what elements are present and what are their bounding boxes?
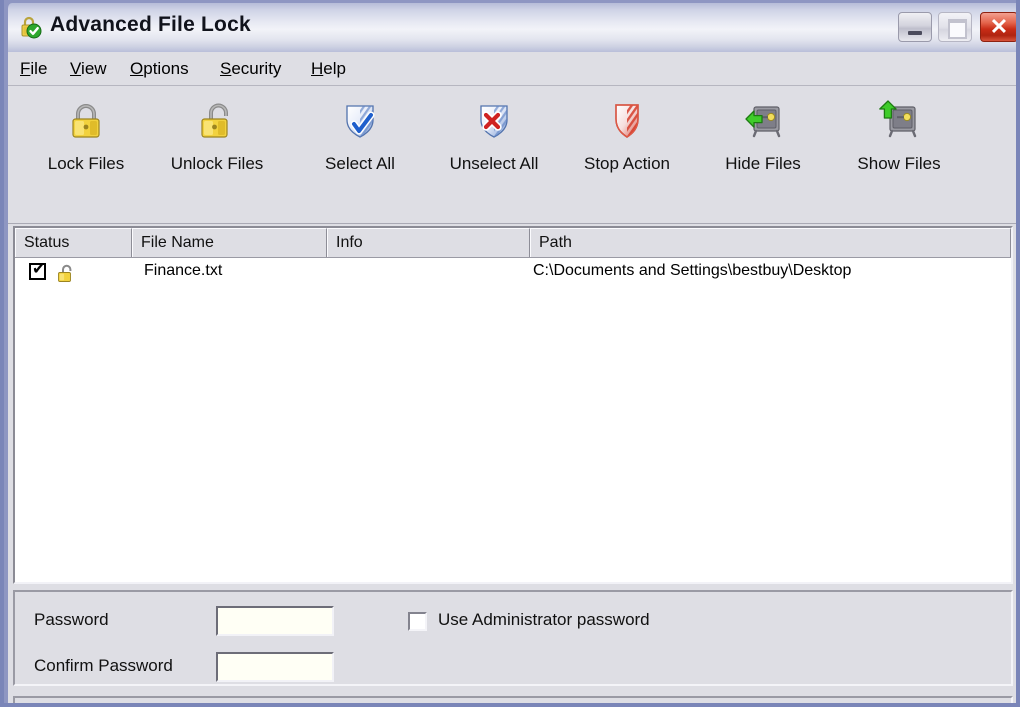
menu-item-view[interactable]: View xyxy=(70,59,107,79)
close-button[interactable]: ✕ xyxy=(980,12,1016,42)
shield-x-icon xyxy=(472,98,516,142)
shield-check-icon xyxy=(338,98,382,142)
file-list-header: Status File Name Info Path xyxy=(15,228,1011,258)
toolbar-label: Hide Files xyxy=(725,154,801,173)
toolbar-label: Unlock Files xyxy=(170,154,264,173)
cell-path: C:\Documents and Settings\bestbuy\Deskto… xyxy=(533,262,852,279)
toolbar-button-stop-action[interactable]: Stop Action xyxy=(561,98,693,210)
password-label: Password xyxy=(34,610,109,629)
confirm-password-label: Confirm Password xyxy=(34,656,173,675)
toolbar-label: Lock Files xyxy=(47,154,125,173)
checkmark-icon: ✔ xyxy=(32,261,46,278)
toolbar-label: Stop Action xyxy=(583,154,670,173)
row-select-checkbox[interactable]: ✔ xyxy=(29,261,46,280)
menu-item-options[interactable]: Options xyxy=(130,59,189,79)
padlock-open-small-icon xyxy=(55,262,77,284)
column-header-path[interactable]: Path xyxy=(530,228,1011,257)
application-window: Advanced File Lock ✕ File View Options S… xyxy=(0,0,1020,707)
maximize-button[interactable] xyxy=(938,12,972,42)
menu-item-security[interactable]: Security xyxy=(220,59,281,79)
safe-arrow-in-icon xyxy=(741,98,785,142)
file-list-panel: Status File Name Info Path ✔ Finance.txt… xyxy=(13,226,1013,584)
column-header-info[interactable]: Info xyxy=(327,228,530,257)
menu-item-help[interactable]: Help xyxy=(311,59,346,79)
maximize-icon xyxy=(948,19,967,39)
toolbar-button-unselect-all[interactable]: Unselect All xyxy=(428,98,560,210)
shield-stop-icon xyxy=(605,98,649,142)
minimize-icon xyxy=(908,31,922,35)
menu-item-file[interactable]: File xyxy=(20,59,47,79)
toolbar-label: Show Files xyxy=(857,154,941,173)
password-input[interactable] xyxy=(216,606,334,636)
toolbar-button-select-all[interactable]: Select All xyxy=(294,98,426,210)
window-title: Advanced File Lock xyxy=(50,13,251,36)
status-bar xyxy=(13,696,1013,703)
confirm-password-input[interactable] xyxy=(216,652,334,682)
minimize-button[interactable] xyxy=(898,12,932,42)
toolbar-button-unlock-files[interactable]: Unlock Files xyxy=(151,98,283,210)
use-admin-password-checkbox[interactable] xyxy=(408,612,427,631)
use-admin-password-label: Use Administrator password xyxy=(438,610,650,629)
client-area: File View Options Security Help Lock Fil… xyxy=(8,52,1016,703)
padlock-open-icon xyxy=(195,98,239,142)
toolbar-label: Select All xyxy=(325,154,395,173)
toolbar-button-hide-files[interactable]: Hide Files xyxy=(697,98,829,210)
toolbar-button-lock-files[interactable]: Lock Files xyxy=(20,98,152,210)
table-row[interactable]: ✔ Finance.txt C:\Documents and Settings\… xyxy=(15,258,1011,288)
title-bar[interactable]: Advanced File Lock ✕ xyxy=(4,0,1016,52)
cell-file-name: Finance.txt xyxy=(144,262,223,279)
padlock-closed-icon xyxy=(64,98,108,142)
lock-check-icon xyxy=(18,15,42,39)
safe-arrow-out-icon xyxy=(877,98,921,142)
toolbar: Lock Files Unlock Files Select All Unsel… xyxy=(8,86,1016,224)
close-icon: ✕ xyxy=(989,14,1009,39)
column-header-status[interactable]: Status xyxy=(15,228,132,257)
toolbar-button-show-files[interactable]: Show Files xyxy=(833,98,965,210)
toolbar-label: Unselect All xyxy=(449,154,539,173)
column-header-file-name[interactable]: File Name xyxy=(132,228,327,257)
menu-bar: File View Options Security Help xyxy=(8,52,1016,86)
file-list-body[interactable]: ✔ Finance.txt C:\Documents and Settings\… xyxy=(15,258,1011,582)
